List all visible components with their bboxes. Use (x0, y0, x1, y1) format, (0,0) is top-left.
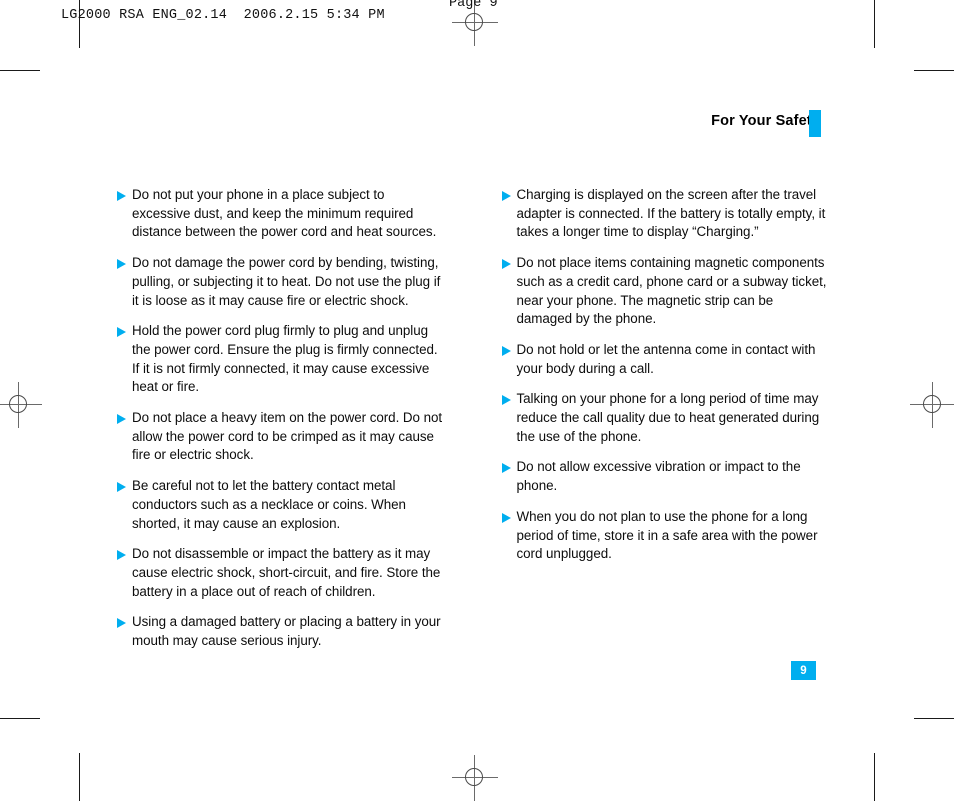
triangle-bullet-icon (501, 254, 517, 270)
safety-bullet-item: Do not damage the power cord by bending,… (117, 254, 445, 310)
crop-mark-top-right-vertical (874, 0, 875, 48)
triangle-bullet-icon (117, 545, 132, 561)
page-title: For Your Safety (711, 113, 820, 129)
safety-bullet-item: Do not allow excessive vibration or impa… (501, 458, 830, 495)
crop-mark-bottom-right-horizontal (914, 718, 954, 719)
prepress-slug-line: LG2000 RSA ENG_02.14 2006.2.15 5:34 PM (61, 8, 385, 23)
registration-mark-bottom (452, 755, 498, 801)
prepress-slug-page-label: Page 9 (449, 0, 498, 11)
registration-mark-left (0, 382, 42, 428)
right-column: Charging is displayed on the screen afte… (501, 186, 830, 651)
crop-mark-bottom-right-vertical (874, 753, 875, 801)
triangle-bullet-icon (501, 186, 517, 201)
safety-bullet-text: Talking on your phone for a long period … (516, 391, 820, 444)
triangle-bullet-icon (117, 186, 132, 201)
triangle-bullet-icon (501, 390, 517, 406)
safety-bullet-text: Be careful not to let the battery contac… (132, 478, 406, 531)
page-number-badge: 9 (791, 661, 816, 680)
triangle-bullet-icon (117, 254, 132, 270)
safety-bullet-text: When you do not plan to use the phone fo… (516, 508, 818, 562)
safety-bullet-text: Do not hold or let the antenna come in c… (516, 341, 816, 376)
registration-circle (465, 768, 483, 786)
crop-mark-top-left-horizontal (0, 70, 40, 71)
safety-bullet-item: Do not hold or let the antenna come in c… (501, 341, 830, 378)
safety-bullet-item: Do not place a heavy item on the power c… (117, 409, 445, 465)
triangle-bullet-icon (117, 409, 132, 425)
safety-bullet-text: Hold the power cord plug firmly to plug … (132, 323, 438, 395)
safety-bullet-item: Do not put your phone in a place subject… (117, 186, 445, 242)
safety-bullet-text: Do not place items containing magnetic c… (516, 255, 827, 327)
content-columns: Do not put your phone in a place subject… (117, 186, 829, 651)
safety-bullet-text: Do not disassemble or impact the battery… (132, 546, 441, 599)
safety-bullet-item: When you do not plan to use the phone fo… (501, 508, 830, 564)
safety-bullet-text: Charging is displayed on the screen afte… (516, 187, 826, 240)
crop-mark-bottom-left-horizontal (0, 718, 40, 719)
safety-bullet-item: Talking on your phone for a long period … (501, 390, 830, 446)
safety-bullet-item: Do not disassemble or impact the battery… (117, 545, 445, 601)
triangle-bullet-icon (501, 458, 517, 474)
registration-circle (465, 13, 483, 31)
safety-bullet-item: Charging is displayed on the screen afte… (501, 186, 830, 242)
triangle-bullet-icon (501, 341, 517, 356)
left-column: Do not put your phone in a place subject… (117, 186, 445, 651)
registration-circle (923, 395, 941, 413)
crop-mark-bottom-left-vertical (79, 753, 80, 801)
registration-mark-right (910, 382, 954, 428)
safety-bullet-item: Hold the power cord plug firmly to plug … (117, 322, 445, 397)
triangle-bullet-icon (117, 477, 132, 493)
triangle-bullet-icon (117, 322, 132, 338)
safety-bullet-text: Do not place a heavy item on the power c… (132, 410, 443, 463)
registration-circle (9, 395, 27, 413)
safety-bullet-item: Be careful not to let the battery contac… (117, 477, 445, 533)
running-head-accent-bar (809, 110, 821, 137)
safety-bullet-item: Do not place items containing magnetic c… (501, 254, 830, 329)
safety-bullet-item: Using a damaged battery or placing a bat… (117, 613, 445, 650)
crop-mark-top-right-horizontal (914, 70, 954, 71)
safety-bullet-text: Do not put your phone in a place subject… (132, 187, 437, 240)
triangle-bullet-icon (117, 613, 132, 629)
triangle-bullet-icon (501, 508, 517, 523)
safety-bullet-text: Do not allow excessive vibration or impa… (516, 459, 801, 494)
safety-bullet-text: Do not damage the power cord by bending,… (132, 255, 441, 308)
safety-bullet-text: Using a damaged battery or placing a bat… (132, 614, 441, 649)
